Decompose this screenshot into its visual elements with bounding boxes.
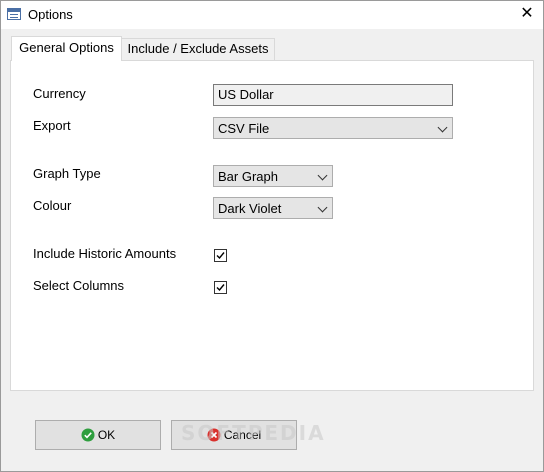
graph-type-select[interactable]: Bar Graph [213,165,333,187]
options-dialog: Options ✕ General Options Include / Excl… [0,0,544,472]
checkmark-icon [216,284,225,292]
window-title: Options [28,7,73,22]
currency-label: Currency [33,86,86,101]
select-columns-label: Select Columns [33,278,125,293]
export-select-value: CSV File [218,121,270,136]
colour-select-value: Dark Violet [218,201,282,216]
export-select[interactable]: CSV File [213,117,453,139]
cancel-x-icon [207,428,221,442]
window-app-icon [7,8,21,20]
graph-type-select-value: Bar Graph [218,169,278,184]
historic-amounts-checkbox[interactable] [214,249,227,262]
colour-label: Colour [33,198,72,213]
historic-amounts-label: Include Historic Amounts [33,246,177,261]
export-label: Export [33,118,71,133]
currency-field[interactable]: US Dollar [213,84,453,106]
tab-include-exclude-assets[interactable]: Include / Exclude Assets [121,38,275,60]
chevron-down-icon [317,202,328,213]
ok-check-icon [81,428,95,442]
general-options-panel [10,60,534,391]
close-icon: ✕ [520,5,534,22]
colour-select[interactable]: Dark Violet [213,197,333,219]
checkmark-icon [216,252,225,260]
ok-button-label: OK [97,428,116,442]
cancel-button[interactable]: Cancel [171,420,297,450]
ok-button[interactable]: OK [35,420,161,450]
chevron-down-icon [437,122,448,133]
title-bar[interactable]: Options ✕ [1,1,543,29]
cancel-button-label: Cancel [223,428,262,442]
tab-general-options[interactable]: General Options [11,36,122,61]
close-button[interactable]: ✕ [515,3,539,25]
chevron-down-icon [317,170,328,181]
select-columns-checkbox[interactable] [214,281,227,294]
graph-type-label: Graph Type [33,166,101,181]
